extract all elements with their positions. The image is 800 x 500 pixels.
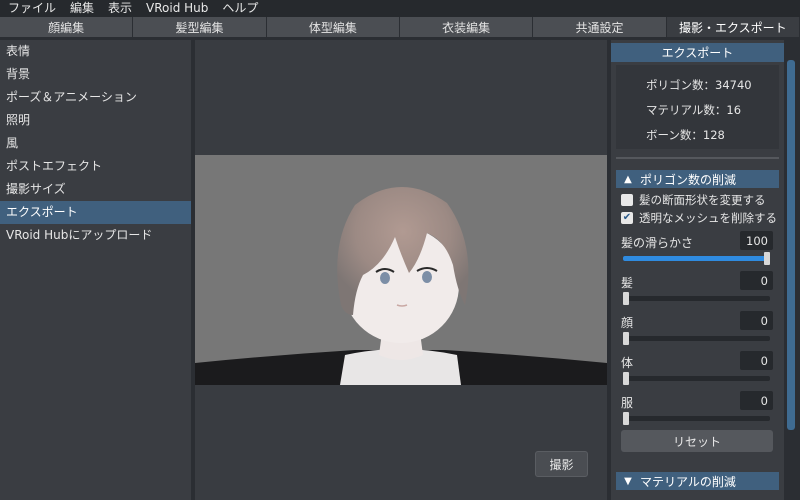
slider-handle[interactable] bbox=[623, 412, 629, 425]
panel-scrollbar[interactable] bbox=[787, 60, 795, 430]
menu-vroid-hub[interactable]: VRoid Hub bbox=[146, 0, 208, 17]
slider-handle[interactable] bbox=[623, 292, 629, 305]
menu-bar: ファイル 編集 表示 VRoid Hub ヘルプ bbox=[0, 0, 800, 17]
export-panel: エクスポート ポリゴン数：34740 マテリアル数：16 ボーン数：128 ▲ … bbox=[611, 40, 784, 500]
chevron-up-icon: ▲ bbox=[624, 173, 632, 185]
slider-label-face: 顔 bbox=[621, 316, 634, 330]
hair-smoothness-value[interactable]: 100 bbox=[740, 231, 773, 250]
body-value[interactable]: 0 bbox=[740, 351, 773, 370]
bone-count: ボーン数：128 bbox=[646, 128, 725, 142]
tab-outfit-edit[interactable]: 衣装編集 bbox=[399, 17, 534, 37]
checkbox-label: 透明なメッシュを削除する bbox=[639, 211, 777, 225]
character-render bbox=[195, 155, 607, 385]
sidebar-item-lighting[interactable]: 照明 bbox=[0, 109, 191, 132]
tab-photo-export[interactable]: 撮影・エクスポート bbox=[666, 17, 800, 37]
sidebar-item-export[interactable]: エクスポート bbox=[0, 201, 191, 224]
divider bbox=[616, 157, 779, 159]
body-slider[interactable] bbox=[623, 372, 770, 385]
polygon-count: ポリゴン数：34740 bbox=[646, 78, 752, 92]
hair-value[interactable]: 0 bbox=[740, 271, 773, 290]
reset-button[interactable]: リセット bbox=[621, 430, 773, 452]
sidebar-item-post-effect[interactable]: ポストエフェクト bbox=[0, 155, 191, 178]
material-reduction-header[interactable]: ▼ マテリアルの削減 bbox=[616, 472, 779, 490]
face-slider[interactable] bbox=[623, 332, 770, 345]
sidebar-item-wind[interactable]: 風 bbox=[0, 132, 191, 155]
model-stats: ポリゴン数：34740 マテリアル数：16 ボーン数：128 bbox=[616, 65, 779, 149]
checkmark-icon: ✔ bbox=[622, 212, 632, 223]
sidebar-item-capture-size[interactable]: 撮影サイズ bbox=[0, 178, 191, 201]
tab-hair-edit[interactable]: 髪型編集 bbox=[133, 17, 267, 37]
tab-common-settings[interactable]: 共通設定 bbox=[533, 17, 667, 37]
menu-edit[interactable]: 編集 bbox=[70, 0, 94, 17]
tab-face-edit[interactable]: 顔編集 bbox=[0, 17, 134, 37]
slider-label-clothes: 服 bbox=[621, 396, 634, 410]
vroid-studio-window: ファイル 編集 表示 VRoid Hub ヘルプ 顔編集 髪型編集 体型編集 衣… bbox=[0, 0, 800, 500]
slider-handle[interactable] bbox=[623, 372, 629, 385]
slider-label-hair-smoothness: 髪の滑らかさ bbox=[621, 236, 694, 250]
sidebar-item-pose-animation[interactable]: ポーズ＆アニメーション bbox=[0, 86, 191, 109]
character-preview[interactable] bbox=[195, 155, 607, 385]
sidebar-item-background[interactable]: 背景 bbox=[0, 63, 191, 86]
menu-help[interactable]: ヘルプ bbox=[222, 0, 258, 17]
tab-body-edit[interactable]: 体型編集 bbox=[266, 17, 400, 37]
chevron-down-icon: ▼ bbox=[624, 475, 632, 487]
menu-file[interactable]: ファイル bbox=[8, 0, 56, 17]
camera-viewport[interactable]: 撮影 bbox=[195, 40, 607, 500]
slider-handle[interactable] bbox=[623, 332, 629, 345]
checkbox-hair-cross-section[interactable] bbox=[621, 194, 633, 206]
hair-slider[interactable] bbox=[623, 292, 770, 305]
slider-handle[interactable] bbox=[764, 252, 770, 265]
mode-tab-bar: 顔編集 髪型編集 体型編集 衣装編集 共通設定 撮影・エクスポート bbox=[0, 17, 800, 37]
checkbox-row-hair-cross-section[interactable]: 髪の断面形状を変更する bbox=[621, 191, 766, 209]
checkbox-label: 髪の断面形状を変更する bbox=[639, 193, 766, 207]
slider-fill bbox=[623, 256, 770, 261]
polygon-reduction-title: ポリゴン数の削減 bbox=[640, 172, 737, 187]
shoot-button[interactable]: 撮影 bbox=[535, 451, 588, 477]
clothes-value[interactable]: 0 bbox=[740, 391, 773, 410]
checkbox-remove-transparent-mesh[interactable]: ✔ bbox=[621, 212, 633, 224]
slider-label-hair: 髪 bbox=[621, 276, 634, 290]
menu-view[interactable]: 表示 bbox=[108, 0, 132, 17]
export-header: エクスポート bbox=[611, 43, 784, 62]
sidebar-item-expression[interactable]: 表情 bbox=[0, 40, 191, 63]
polygon-reduction-header[interactable]: ▲ ポリゴン数の削減 bbox=[616, 170, 779, 188]
sidebar-item-upload-vroid-hub[interactable]: VRoid Hubにアップロード bbox=[0, 224, 191, 247]
material-reduction-title: マテリアルの削減 bbox=[640, 474, 736, 489]
material-count: マテリアル数：16 bbox=[646, 103, 742, 117]
clothes-slider[interactable] bbox=[623, 412, 770, 425]
checkbox-row-remove-transparent-mesh[interactable]: ✔ 透明なメッシュを削除する bbox=[621, 209, 777, 227]
face-value[interactable]: 0 bbox=[740, 311, 773, 330]
sidebar: 表情 背景 ポーズ＆アニメーション 照明 風 ポストエフェクト 撮影サイズ エク… bbox=[0, 40, 191, 500]
slider-label-body: 体 bbox=[621, 356, 634, 370]
hair-smoothness-slider[interactable] bbox=[623, 252, 770, 265]
